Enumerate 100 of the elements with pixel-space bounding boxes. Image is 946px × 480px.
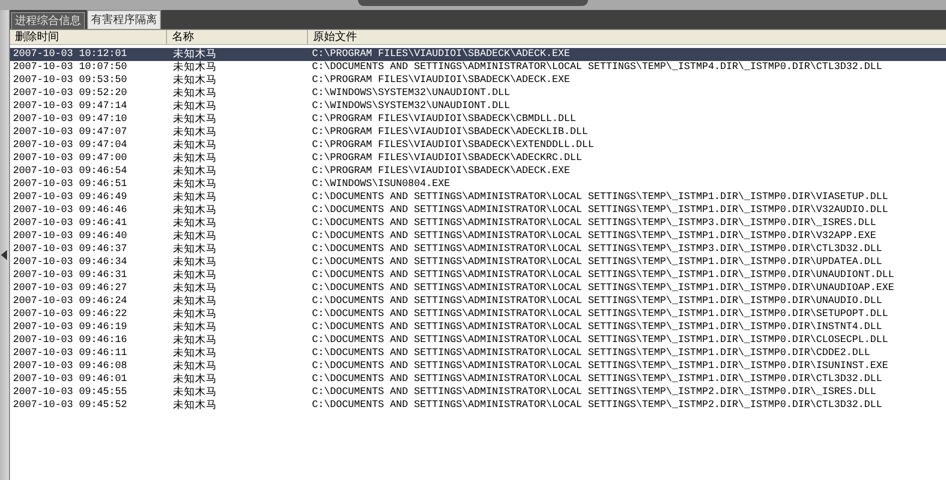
- table-cell-text: C:\DOCUMENTS AND SETTINGS\ADMINISTRATOR\LOCAL SETTINGS\TEMP\_ISTMP1.DIR\_ISTMP0.DIR\UPDATEA.DLL: [311, 256, 884, 269]
- table-cell-text: 未知木马: [172, 295, 218, 308]
- table-row[interactable]: 2007-10-03 09:47:04 未知木马 C:\PROGRAM FILES\VIAUDIOI\SBADECK\EXTENDDLL.DLL: [10, 139, 946, 152]
- table-cell-text: 未知木马: [172, 126, 218, 139]
- table-cell-text: 未知木马: [172, 165, 218, 178]
- table-cell-text: 2007-10-03 09:45:52: [12, 399, 128, 412]
- table-cell-text: C:\DOCUMENTS AND SETTINGS\ADMINISTRATOR\LOCAL SETTINGS\TEMP\_ISTMP1.DIR\_ISTMP0.DIR\UNAUDIOAP.EXE: [311, 282, 896, 295]
- collapse-arrow-icon[interactable]: [1, 250, 7, 260]
- table-row[interactable]: 2007-10-03 09:45:55 未知木马 C:\DOCUMENTS AND SETTINGS\ADMINISTRATOR\LOCAL SETTINGS\TEMP\_ISTMP2.DIR\_ISTMP0.DIR\_ISRES.DLL: [10, 386, 946, 399]
- table-cell-text: 2007-10-03 09:53:50: [12, 74, 128, 87]
- table-row[interactable]: 2007-10-03 09:46:46 未知木马 C:\DOCUMENTS AND SETTINGS\ADMINISTRATOR\LOCAL SETTINGS\TEMP\_ISTMP1.DIR\_ISTMP0.DIR\V32AUDIO.DLL: [10, 204, 946, 217]
- table-cell-text: 未知木马: [172, 217, 218, 230]
- table-row[interactable]: 2007-10-03 09:47:10 未知木马 C:\PROGRAM FILES\VIAUDIOI\SBADECK\CBMDLL.DLL: [10, 113, 946, 126]
- table-cell-text: 2007-10-03 09:46:37: [12, 243, 128, 256]
- table-cell-text: 2007-10-03 09:47:14: [12, 100, 128, 113]
- table-cell-text: 未知木马: [172, 373, 218, 386]
- table-cell-text: 未知木马: [172, 256, 218, 269]
- table-row[interactable]: 2007-10-03 09:46:27 未知木马 C:\DOCUMENTS AND SETTINGS\ADMINISTRATOR\LOCAL SETTINGS\TEMP\_ISTMP1.DIR\_ISTMP0.DIR\UNAUDIOAP.EXE: [10, 282, 946, 295]
- table-row[interactable]: 2007-10-03 09:46:51 未知木马 C:\WINDOWS\ISUN0804.EXE: [10, 178, 946, 191]
- table-cell-text: C:\PROGRAM FILES\VIAUDIOI\SBADECK\ADECK.EXE: [311, 165, 572, 178]
- table-row[interactable]: 2007-10-03 09:46:49 未知木马 C:\DOCUMENTS AND SETTINGS\ADMINISTRATOR\LOCAL SETTINGS\TEMP\_ISTMP1.DIR\_ISTMP0.DIR\VIASETUP.DLL: [10, 191, 946, 204]
- table-cell-text: 2007-10-03 09:52:20: [12, 87, 128, 100]
- table-row[interactable]: 2007-10-03 09:46:22 未知木马 C:\DOCUMENTS AND SETTINGS\ADMINISTRATOR\LOCAL SETTINGS\TEMP\_ISTMP1.DIR\_ISTMP0.DIR\SETUPOPT.DLL: [10, 308, 946, 321]
- table-cell-text: C:\DOCUMENTS AND SETTINGS\ADMINISTRATOR\LOCAL SETTINGS\TEMP\_ISTMP1.DIR\_ISTMP0.DIR\UNAUDIONT.DLL: [311, 269, 896, 282]
- table-cell-text: C:\DOCUMENTS AND SETTINGS\ADMINISTRATOR\LOCAL SETTINGS\TEMP\_ISTMP1.DIR\_ISTMP0.DIR\CDDE2.DLL: [311, 347, 872, 360]
- table-cell-text: C:\DOCUMENTS AND SETTINGS\ADMINISTRATOR\LOCAL SETTINGS\TEMP\_ISTMP1.DIR\_ISTMP0.DIR\INSTNT4.DLL: [311, 321, 884, 334]
- table-cell-text: 未知木马: [172, 386, 218, 399]
- table-row[interactable]: 2007-10-03 09:46:34 未知木马 C:\DOCUMENTS AND SETTINGS\ADMINISTRATOR\LOCAL SETTINGS\TEMP\_ISTMP1.DIR\_ISTMP0.DIR\UPDATEA.DLL: [10, 256, 946, 269]
- table-cell-text: C:\DOCUMENTS AND SETTINGS\ADMINISTRATOR\LOCAL SETTINGS\TEMP\_ISTMP1.DIR\_ISTMP0.DIR\CLOSECPL.DLL: [311, 334, 890, 347]
- table-cell-text: 未知木马: [172, 399, 218, 412]
- table-row[interactable]: 2007-10-03 09:47:07 未知木马 C:\PROGRAM FILES\VIAUDIOI\SBADECK\ADECKLIB.DLL: [10, 126, 946, 139]
- table-cell-text: 2007-10-03 09:47:07: [12, 126, 128, 139]
- table-cell-text: 未知木马: [172, 191, 218, 204]
- table-cell-text: 2007-10-03 09:46:40: [12, 230, 128, 243]
- table-cell-text: 2007-10-03 09:46:54: [12, 165, 128, 178]
- table-cell-text: C:\PROGRAM FILES\VIAUDIOI\SBADECK\EXTENDDLL.DLL: [311, 139, 596, 152]
- table-row[interactable]: 2007-10-03 09:47:00 未知木马 C:\PROGRAM FILES\VIAUDIOI\SBADECK\ADECKRC.DLL: [10, 152, 946, 165]
- table-cell-text: 未知木马: [172, 269, 218, 282]
- table-cell-text: 未知木马: [172, 243, 218, 256]
- table-row[interactable]: 2007-10-03 09:47:14 未知木马 C:\WINDOWS\SYSTEM32\UNAUDIONT.DLL: [10, 100, 946, 113]
- table-row[interactable]: 2007-10-03 09:46:16 未知木马 C:\DOCUMENTS AND SETTINGS\ADMINISTRATOR\LOCAL SETTINGS\TEMP\_ISTMP1.DIR\_ISTMP0.DIR\CLOSECPL.DLL: [10, 334, 946, 347]
- table-row[interactable]: 2007-10-03 09:46:08 未知木马 C:\DOCUMENTS AND SETTINGS\ADMINISTRATOR\LOCAL SETTINGS\TEMP\_ISTMP1.DIR\_ISTMP0.DIR\ISUNINST.EXE: [10, 360, 946, 373]
- table-row[interactable]: 2007-10-03 09:46:31 未知木马 C:\DOCUMENTS AND SETTINGS\ADMINISTRATOR\LOCAL SETTINGS\TEMP\_ISTMP1.DIR\_ISTMP0.DIR\UNAUDIONT.DLL: [10, 269, 946, 282]
- table-cell-text: 未知木马: [172, 139, 218, 152]
- table-cell-text: 2007-10-03 09:47:10: [12, 113, 128, 126]
- tab[interactable]: 进程综合信息: [11, 12, 85, 29]
- table-row[interactable]: 2007-10-03 09:46:24 未知木马 C:\DOCUMENTS AND SETTINGS\ADMINISTRATOR\LOCAL SETTINGS\TEMP\_ISTMP1.DIR\_ISTMP0.DIR\UNAUDIO.DLL: [10, 295, 946, 308]
- table-cell-text: 未知木马: [172, 282, 218, 295]
- table-cell-text: C:\DOCUMENTS AND SETTINGS\ADMINISTRATOR\LOCAL SETTINGS\TEMP\_ISTMP1.DIR\_ISTMP0.DIR\V32AUDIO.DLL: [311, 204, 890, 217]
- table-row[interactable]: 2007-10-03 09:46:01 未知木马 C:\DOCUMENTS AND SETTINGS\ADMINISTRATOR\LOCAL SETTINGS\TEMP\_ISTMP1.DIR\_ISTMP0.DIR\CTL3D32.DLL: [10, 373, 946, 386]
- table-cell-text: 未知木马: [172, 347, 218, 360]
- table-cell-text: C:\PROGRAM FILES\VIAUDIOI\SBADECK\ADECK.EXE: [311, 48, 572, 61]
- table-cell-text: 2007-10-03 09:46:46: [12, 204, 128, 217]
- table-cell-text: 未知木马: [172, 113, 218, 126]
- table-cell-text: 2007-10-03 09:46:24: [12, 295, 128, 308]
- table-cell-text: 2007-10-03 09:46:19: [12, 321, 128, 334]
- tab[interactable]: 有害程序隔离: [87, 10, 161, 29]
- table-cell-text: 未知木马: [172, 100, 218, 113]
- table-row[interactable]: 2007-10-03 10:12:01 未知木马 C:\PROGRAM FILES\VIAUDIOI\SBADECK\ADECK.EXE: [10, 48, 946, 61]
- table-cell-text: 2007-10-03 09:46:11: [12, 347, 128, 360]
- table-cell-text: C:\WINDOWS\SYSTEM32\UNAUDIONT.DLL: [311, 87, 512, 100]
- table-row[interactable]: 2007-10-03 09:45:52 未知木马 C:\DOCUMENTS AND SETTINGS\ADMINISTRATOR\LOCAL SETTINGS\TEMP\_ISTMP2.DIR\_ISTMP0.DIR\CTL3D32.DLL: [10, 399, 946, 412]
- table-cell-text: C:\DOCUMENTS AND SETTINGS\ADMINISTRATOR\LOCAL SETTINGS\TEMP\_ISTMP1.DIR\_ISTMP0.DIR\CTL3D32.DLL: [311, 373, 884, 386]
- table-cell-text: 2007-10-03 10:12:01: [12, 48, 128, 61]
- column-header[interactable]: 名称: [167, 30, 308, 44]
- table-cell-text: 未知木马: [172, 87, 218, 100]
- table-row[interactable]: 2007-10-03 09:52:20 未知木马 C:\WINDOWS\SYSTEM32\UNAUDIONT.DLL: [10, 87, 946, 100]
- table-row[interactable]: 2007-10-03 09:46:54 未知木马 C:\PROGRAM FILES\VIAUDIOI\SBADECK\ADECK.EXE: [10, 165, 946, 178]
- table-cell-text: C:\DOCUMENTS AND SETTINGS\ADMINISTRATOR\LOCAL SETTINGS\TEMP\_ISTMP3.DIR\_ISTMP0.DIR\_ISRES.DLL: [311, 217, 878, 230]
- table-row[interactable]: 2007-10-03 09:46:11 未知木马 C:\DOCUMENTS AND SETTINGS\ADMINISTRATOR\LOCAL SETTINGS\TEMP\_ISTMP1.DIR\_ISTMP0.DIR\CDDE2.DLL: [10, 347, 946, 360]
- table-row[interactable]: 2007-10-03 10:07:50 未知木马 C:\DOCUMENTS AND SETTINGS\ADMINISTRATOR\LOCAL SETTINGS\TEMP\_ISTMP4.DIR\_ISTMP0.DIR\CTL3D32.DLL: [10, 61, 946, 74]
- table-cell-text: 2007-10-03 09:46:31: [12, 269, 128, 282]
- table-cell-text: C:\WINDOWS\SYSTEM32\UNAUDIONT.DLL: [311, 100, 512, 113]
- table-cell-text: 2007-10-03 09:46:01: [12, 373, 128, 386]
- table-row[interactable]: 2007-10-03 09:46:37 未知木马 C:\DOCUMENTS AND SETTINGS\ADMINISTRATOR\LOCAL SETTINGS\TEMP\_ISTMP3.DIR\_ISTMP0.DIR\CTL3D32.DLL: [10, 243, 946, 256]
- table-cell-text: 2007-10-03 09:46:27: [12, 282, 128, 295]
- table-cell-text: C:\DOCUMENTS AND SETTINGS\ADMINISTRATOR\LOCAL SETTINGS\TEMP\_ISTMP1.DIR\_ISTMP0.DIR\SETUPOPT.DLL: [311, 308, 890, 321]
- table-row[interactable]: 2007-10-03 09:53:50 未知木马 C:\PROGRAM FILES\VIAUDIOI\SBADECK\ADECK.EXE: [10, 74, 946, 87]
- column-header[interactable]: 删除时间: [10, 30, 167, 44]
- table-cell-text: 未知木马: [172, 48, 218, 61]
- table-cell-text: 2007-10-03 09:46:08: [12, 360, 128, 373]
- table-row[interactable]: 2007-10-03 09:46:40 未知木马 C:\DOCUMENTS AND SETTINGS\ADMINISTRATOR\LOCAL SETTINGS\TEMP\_ISTMP1.DIR\_ISTMP0.DIR\V32APP.EXE: [10, 230, 946, 243]
- table-cell-text: C:\PROGRAM FILES\VIAUDIOI\SBADECK\ADECKRC.DLL: [311, 152, 584, 165]
- table-cell-text: 未知木马: [172, 360, 218, 373]
- table-cell-text: 未知木马: [172, 308, 218, 321]
- table-cell-text: 2007-10-03 09:46:34: [12, 256, 128, 269]
- table-row[interactable]: 2007-10-03 09:46:41 未知木马 C:\DOCUMENTS AND SETTINGS\ADMINISTRATOR\LOCAL SETTINGS\TEMP\_ISTMP3.DIR\_ISTMP0.DIR\_ISRES.DLL: [10, 217, 946, 230]
- column-header[interactable]: 原始文件: [308, 30, 946, 44]
- table-cell-text: 2007-10-03 09:46:41: [12, 217, 128, 230]
- table-cell-text: 未知木马: [172, 230, 218, 243]
- table-cell-text: 未知木马: [172, 334, 218, 347]
- table-cell-text: 2007-10-03 09:47:00: [12, 152, 128, 165]
- table-cell-text: 2007-10-03 09:46:49: [12, 191, 128, 204]
- table-cell-text: C:\PROGRAM FILES\VIAUDIOI\SBADECK\CBMDLL.DLL: [311, 113, 578, 126]
- table-cell-text: 未知木马: [172, 74, 218, 87]
- table-cell-text: C:\DOCUMENTS AND SETTINGS\ADMINISTRATOR\LOCAL SETTINGS\TEMP\_ISTMP2.DIR\_ISTMP0.DIR\CTL3D32.DLL: [311, 399, 884, 412]
- table-cell-text: C:\DOCUMENTS AND SETTINGS\ADMINISTRATOR\LOCAL SETTINGS\TEMP\_ISTMP1.DIR\_ISTMP0.DIR\V32APP.EXE: [311, 230, 878, 243]
- table-row[interactable]: 2007-10-03 09:46:19 未知木马 C:\DOCUMENTS AND SETTINGS\ADMINISTRATOR\LOCAL SETTINGS\TEMP\_ISTMP1.DIR\_ISTMP0.DIR\INSTNT4.DLL: [10, 321, 946, 334]
- table-cell-text: C:\DOCUMENTS AND SETTINGS\ADMINISTRATOR\LOCAL SETTINGS\TEMP\_ISTMP1.DIR\_ISTMP0.DIR\UNAUDIO.DLL: [311, 295, 884, 308]
- table-cell-text: 2007-10-03 09:46:16: [12, 334, 128, 347]
